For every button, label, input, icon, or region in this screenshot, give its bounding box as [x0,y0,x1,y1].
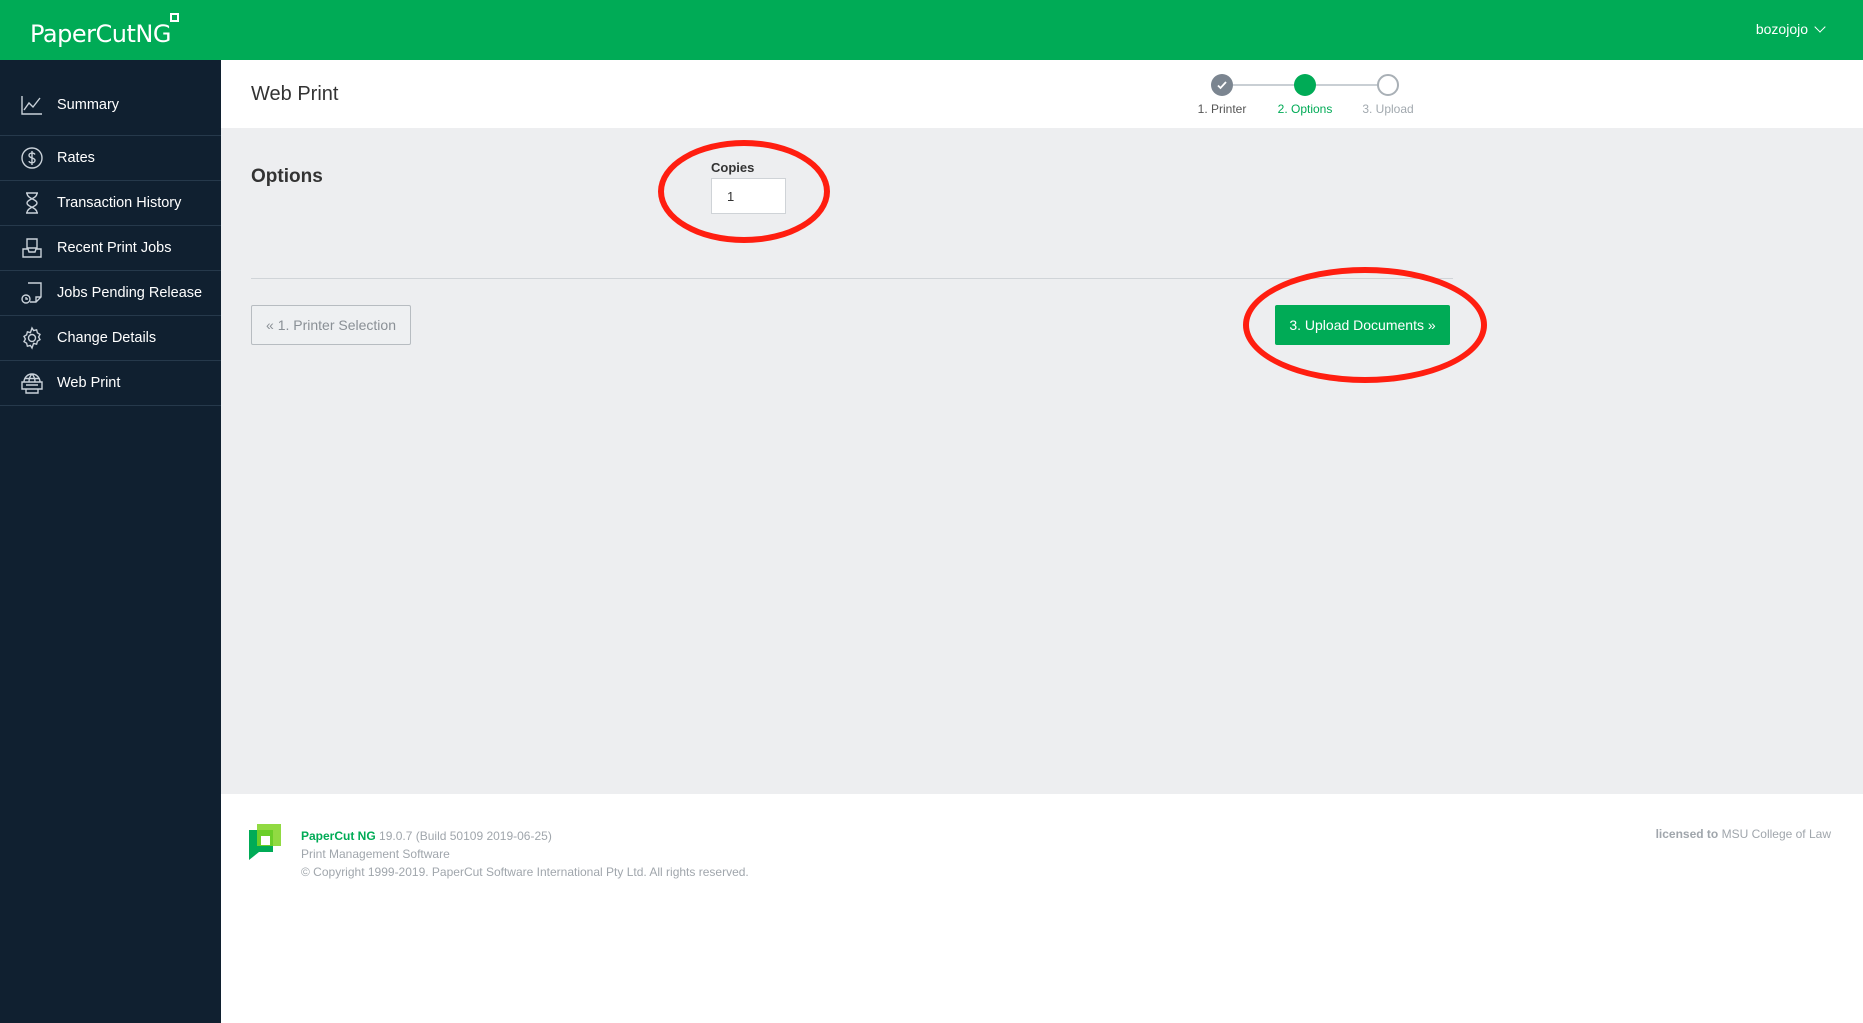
step-label: 3. Upload [1362,102,1414,116]
username: bozojojo [1755,21,1808,37]
sidebar-item-label: Recent Print Jobs [57,240,172,256]
section-title: Options [251,166,323,187]
top-bar: PaperCutNG bozojojo [0,0,1863,60]
dollar-circle-icon [20,146,44,170]
page-title: Web Print [251,83,339,105]
globe-printer-icon [20,371,44,395]
sidebar-item-recent-print-jobs[interactable]: Recent Print Jobs [0,226,221,271]
user-menu[interactable]: bozojojo [1755,20,1826,37]
sidebar-item-change-details[interactable]: Change Details [0,316,221,361]
papercut-logo[interactable]: PaperCutNG [30,20,171,48]
sidebar-item-label: Change Details [57,330,157,346]
sidebar-item-label: Rates [57,150,95,166]
sidebar-item-rates[interactable]: Rates [0,136,221,181]
step-upload: 3. Upload [1333,74,1443,116]
gear-icon [20,326,44,350]
logo-suffix: NG [135,20,171,48]
document-clock-icon [20,281,44,305]
sidebar-item-jobs-pending-release[interactable]: Jobs Pending Release [0,271,221,316]
sidebar-item-web-print[interactable]: Web Print [0,361,221,406]
sidebar-item-label: Jobs Pending Release [57,285,203,301]
printer-selection-back-button[interactable]: « 1. Printer Selection [251,305,411,345]
chevron-down-icon [1814,20,1826,33]
sidebar-item-label: Transaction History [57,195,182,211]
annotation-circle-upload-button [1243,267,1487,383]
licensee: MSU College of Law [1721,827,1831,841]
footer-version: 19.0.7 (Build 50109 2019-06-25) [379,829,552,843]
footer-copyright: © Copyright 1999-2019. PaperCut Software… [301,865,749,879]
hourglass-icon [20,191,44,215]
sidebar: Summary Rates Transaction History Recent… [0,60,221,1023]
license-info: licensed to MSU College of Law [1656,827,1831,841]
sidebar-item-label: Summary [57,96,120,113]
step-pending-dot [1377,74,1399,96]
sidebar-item-label: Web Print [57,375,121,391]
divider [251,278,1453,279]
options-panel: Options Copies « 1. Printer Selection 3.… [221,128,1863,794]
licensed-prefix: licensed to [1655,827,1719,841]
sidebar-item-transaction-history[interactable]: Transaction History [0,181,221,226]
annotation-circle-copies [658,140,830,243]
logo-text: PaperCut [30,20,136,48]
chart-line-icon [20,93,44,117]
logo-mark-icon [170,13,179,22]
footer-info: PaperCut NG 19.0.7 (Build 50109 2019-06-… [301,827,749,881]
checkmark-icon [1211,74,1233,96]
footer-tagline: Print Management Software [301,847,450,861]
footer: PaperCut NG 19.0.7 (Build 50109 2019-06-… [221,794,1863,1023]
footer-brand: PaperCut NG [301,829,376,843]
step-active-dot [1294,74,1316,96]
sidebar-item-summary[interactable]: Summary [0,60,221,136]
papercut-footer-logo-icon [249,824,281,864]
progress-stepper: 1. Printer 2. Options 3. Upload [1198,74,1452,124]
tray-icon [20,236,44,260]
page-header: Web Print [221,60,1863,128]
